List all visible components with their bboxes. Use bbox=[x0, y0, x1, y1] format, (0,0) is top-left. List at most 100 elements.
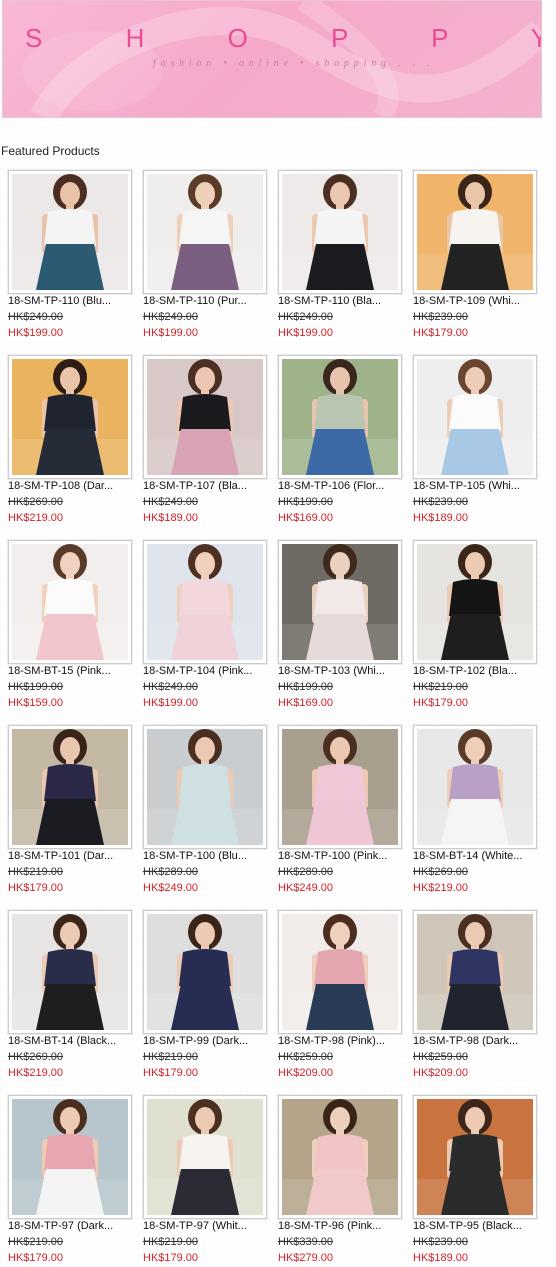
product-card[interactable]: 18-SM-TP-99 (Dark... HK$219.00 HK$179.00 bbox=[143, 910, 269, 1090]
product-image[interactable] bbox=[278, 910, 402, 1034]
product-name[interactable]: 18-SM-TP-95 (Black... bbox=[413, 1220, 541, 1232]
product-photo bbox=[147, 174, 263, 290]
product-photo bbox=[147, 729, 263, 845]
product-name[interactable]: 18-SM-TP-106 (Flor... bbox=[278, 480, 406, 492]
product-image[interactable] bbox=[413, 540, 537, 664]
product-image[interactable] bbox=[143, 170, 267, 294]
product-image[interactable] bbox=[143, 1095, 267, 1219]
product-sale-price: HK$199.00 bbox=[8, 327, 64, 339]
product-sale-price: HK$219.00 bbox=[413, 882, 469, 894]
product-name[interactable]: 18-SM-TP-103 (Whi... bbox=[278, 665, 406, 677]
product-card[interactable]: 18-SM-TP-98 (Pink)... HK$259.00 HK$209.00 bbox=[278, 910, 404, 1090]
product-card[interactable]: 18-SM-TP-110 (Pur... HK$249.00 HK$199.00 bbox=[143, 170, 269, 350]
product-image[interactable] bbox=[413, 170, 537, 294]
product-image[interactable] bbox=[143, 355, 267, 479]
product-photo-illustration bbox=[282, 729, 398, 845]
product-photo-illustration bbox=[12, 174, 128, 290]
product-name[interactable]: 18-SM-TP-101 (Dar... bbox=[8, 850, 136, 862]
product-image[interactable] bbox=[143, 725, 267, 849]
product-original-price: HK$259.00 bbox=[413, 1051, 469, 1063]
product-name[interactable]: 18-SM-BT-14 (Black... bbox=[8, 1035, 136, 1047]
product-sale-price: HK$179.00 bbox=[8, 882, 64, 894]
product-image[interactable] bbox=[8, 540, 132, 664]
product-name[interactable]: 18-SM-TP-109 (Whi... bbox=[413, 295, 541, 307]
product-image[interactable] bbox=[143, 910, 267, 1034]
product-image[interactable] bbox=[8, 170, 132, 294]
product-image[interactable] bbox=[278, 540, 402, 664]
product-card[interactable]: 18-SM-TP-100 (Blu... HK$289.00 HK$249.00 bbox=[143, 725, 269, 905]
product-photo-illustration bbox=[147, 1099, 263, 1215]
product-photo bbox=[417, 914, 533, 1030]
product-sale-price: HK$249.00 bbox=[143, 882, 199, 894]
product-original-price: HK$269.00 bbox=[8, 496, 64, 508]
product-name[interactable]: 18-SM-TP-98 (Pink)... bbox=[278, 1035, 406, 1047]
product-card[interactable]: 18-SM-BT-14 (Black... HK$269.00 HK$219.00 bbox=[8, 910, 134, 1090]
product-photo bbox=[282, 174, 398, 290]
product-name[interactable]: 18-SM-BT-15 (Pink... bbox=[8, 665, 136, 677]
product-image[interactable] bbox=[413, 910, 537, 1034]
product-card[interactable]: 18-SM-TP-107 (Bla... HK$249.00 HK$189.00 bbox=[143, 355, 269, 535]
product-name[interactable]: 18-SM-TP-110 (Blu... bbox=[8, 295, 136, 307]
product-image[interactable] bbox=[413, 1095, 537, 1219]
product-image[interactable] bbox=[278, 725, 402, 849]
product-original-price: HK$249.00 bbox=[143, 311, 199, 323]
product-card[interactable]: 18-SM-TP-100 (Pink... HK$289.00 HK$249.00 bbox=[278, 725, 404, 905]
product-name[interactable]: 18-SM-BT-14 (White... bbox=[413, 850, 541, 862]
product-original-price: HK$199.00 bbox=[8, 681, 64, 693]
product-card[interactable]: 18-SM-TP-110 (Bla... HK$249.00 HK$199.00 bbox=[278, 170, 404, 350]
product-photo-illustration bbox=[147, 359, 263, 475]
product-card[interactable]: 18-SM-TP-104 (Pink... HK$249.00 HK$199.00 bbox=[143, 540, 269, 720]
product-card[interactable]: 18-SM-TP-102 (Bla... HK$219.00 HK$179.00 bbox=[413, 540, 539, 720]
product-name[interactable]: 18-SM-TP-110 (Pur... bbox=[143, 295, 271, 307]
product-card[interactable]: 18-SM-TP-106 (Flor... HK$199.00 HK$169.00 bbox=[278, 355, 404, 535]
product-name[interactable]: 18-SM-TP-107 (Bla... bbox=[143, 480, 271, 492]
product-image[interactable] bbox=[278, 1095, 402, 1219]
product-name[interactable]: 18-SM-TP-99 (Dark... bbox=[143, 1035, 271, 1047]
product-name[interactable]: 18-SM-TP-102 (Bla... bbox=[413, 665, 541, 677]
product-image[interactable] bbox=[8, 355, 132, 479]
product-card[interactable]: 18-SM-TP-110 (Blu... HK$249.00 HK$199.00 bbox=[8, 170, 134, 350]
product-photo bbox=[417, 1099, 533, 1215]
product-name[interactable]: 18-SM-TP-105 (Whi... bbox=[413, 480, 541, 492]
product-card[interactable]: 18-SM-TP-101 (Dar... HK$219.00 HK$179.00 bbox=[8, 725, 134, 905]
product-card[interactable]: 18-SM-TP-97 (Dark... HK$219.00 HK$179.00 bbox=[8, 1095, 134, 1267]
product-original-price: HK$219.00 bbox=[8, 1236, 64, 1248]
product-name[interactable]: 18-SM-TP-97 (Whit... bbox=[143, 1220, 271, 1232]
product-sale-price: HK$219.00 bbox=[8, 512, 64, 524]
product-original-price: HK$199.00 bbox=[278, 681, 334, 693]
product-name[interactable]: 18-SM-TP-98 (Dark... bbox=[413, 1035, 541, 1047]
product-card[interactable]: 18-SM-TP-96 (Pink... HK$339.00 HK$279.00 bbox=[278, 1095, 404, 1267]
product-card[interactable]: 18-SM-TP-98 (Dark... HK$259.00 HK$209.00 bbox=[413, 910, 539, 1090]
product-card[interactable]: 18-SM-TP-108 (Dar... HK$269.00 HK$219.00 bbox=[8, 355, 134, 535]
product-original-price: HK$249.00 bbox=[143, 496, 199, 508]
product-card[interactable]: 18-SM-TP-109 (Whi... HK$239.00 HK$179.00 bbox=[413, 170, 539, 350]
product-card[interactable]: 18-SM-TP-97 (Whit... HK$219.00 HK$179.00 bbox=[143, 1095, 269, 1267]
product-original-price: HK$339.00 bbox=[278, 1236, 334, 1248]
product-name[interactable]: 18-SM-TP-96 (Pink... bbox=[278, 1220, 406, 1232]
product-image[interactable] bbox=[8, 910, 132, 1034]
featured-products-heading: Featured Products bbox=[1, 144, 100, 158]
header-banner[interactable]: S H O P P Y fashion • online • shopping … bbox=[2, 0, 542, 118]
product-image[interactable] bbox=[278, 170, 402, 294]
product-card[interactable]: 18-SM-TP-105 (Whi... HK$239.00 HK$189.00 bbox=[413, 355, 539, 535]
product-image[interactable] bbox=[143, 540, 267, 664]
product-name[interactable]: 18-SM-TP-110 (Bla... bbox=[278, 295, 406, 307]
product-image[interactable] bbox=[8, 725, 132, 849]
product-card[interactable]: 18-SM-TP-103 (Whi... HK$199.00 HK$169.00 bbox=[278, 540, 404, 720]
product-card[interactable]: 18-SM-BT-14 (White... HK$269.00 HK$219.00 bbox=[413, 725, 539, 905]
product-name[interactable]: 18-SM-TP-104 (Pink... bbox=[143, 665, 271, 677]
product-photo-illustration bbox=[147, 729, 263, 845]
product-image[interactable] bbox=[413, 725, 537, 849]
product-name[interactable]: 18-SM-TP-108 (Dar... bbox=[8, 480, 136, 492]
product-image[interactable] bbox=[8, 1095, 132, 1219]
product-photo bbox=[282, 729, 398, 845]
product-card[interactable]: 18-SM-TP-95 (Black... HK$239.00 HK$189.00 bbox=[413, 1095, 539, 1267]
product-image[interactable] bbox=[413, 355, 537, 479]
product-card[interactable]: 18-SM-BT-15 (Pink... HK$199.00 HK$159.00 bbox=[8, 540, 134, 720]
product-sale-price: HK$189.00 bbox=[413, 512, 469, 524]
product-image[interactable] bbox=[278, 355, 402, 479]
product-sale-price: HK$169.00 bbox=[278, 697, 334, 709]
product-name[interactable]: 18-SM-TP-100 (Blu... bbox=[143, 850, 271, 862]
product-name[interactable]: 18-SM-TP-100 (Pink... bbox=[278, 850, 406, 862]
product-name[interactable]: 18-SM-TP-97 (Dark... bbox=[8, 1220, 136, 1232]
